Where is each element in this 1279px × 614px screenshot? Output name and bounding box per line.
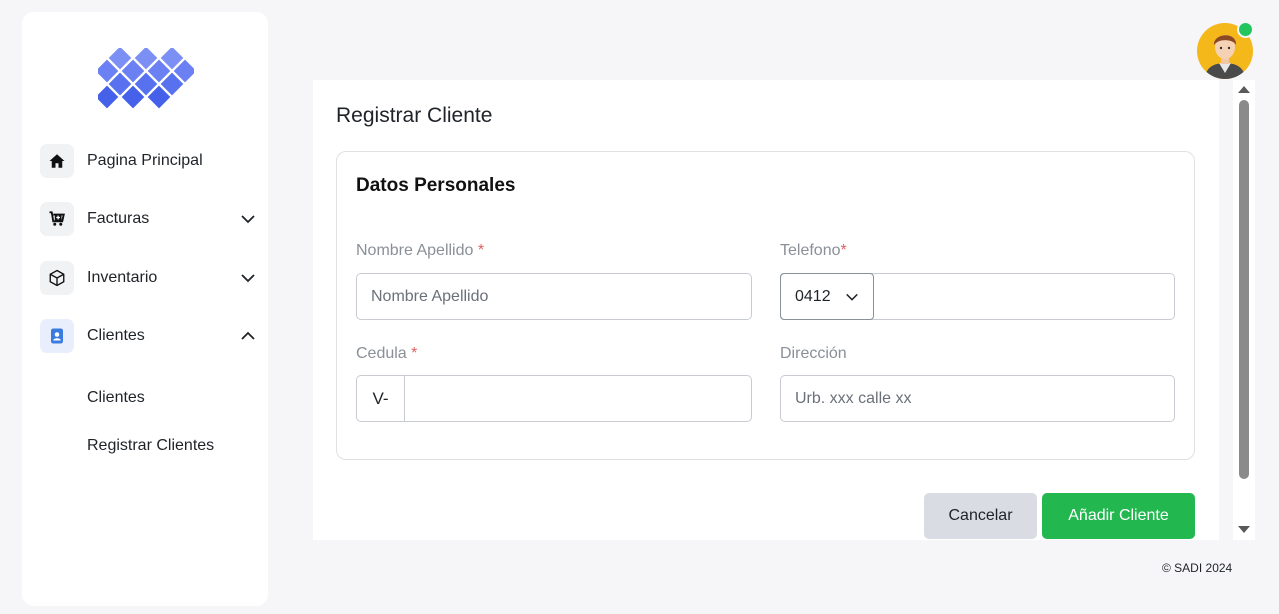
chevron-down-icon: [241, 274, 255, 283]
box-icon: [40, 261, 74, 295]
telefono-prefix-select[interactable]: 0412: [780, 273, 874, 320]
cedula-prefix: V-: [357, 376, 405, 421]
scroll-up-arrow-icon[interactable]: [1238, 86, 1250, 93]
sidebar-item-facturas[interactable]: Facturas: [40, 201, 256, 237]
telefono-input[interactable]: [874, 274, 1174, 319]
nombre-input[interactable]: [356, 273, 752, 320]
sidebar-item-label: Clientes: [87, 327, 145, 344]
page-title: Registrar Cliente: [336, 104, 493, 127]
sidebar-subitem-clientes[interactable]: Clientes: [87, 389, 145, 407]
main-card: Registrar Cliente Datos Personales Nombr…: [313, 80, 1219, 540]
telefono-label: Telefono*: [780, 242, 847, 259]
footer-copyright: © SADI 2024: [1162, 561, 1233, 575]
sidebar: Pagina Principal Facturas Inventario Cli…: [22, 12, 268, 606]
cedula-group: V-: [356, 375, 752, 422]
sidebar-item-inventario[interactable]: Inventario: [40, 260, 256, 296]
scroll-down-arrow-icon[interactable]: [1238, 526, 1250, 533]
cart-icon: [40, 202, 74, 236]
add-client-button[interactable]: Añadir Cliente: [1042, 493, 1195, 539]
direccion-input[interactable]: [780, 375, 1175, 422]
cedula-label: Cedula *: [356, 345, 418, 362]
section-title: Datos Personales: [356, 175, 516, 196]
cancel-button[interactable]: Cancelar: [924, 493, 1037, 539]
scrollbar-thumb[interactable]: [1239, 100, 1249, 479]
sadi-logo: [98, 48, 194, 109]
sidebar-item-label: Pagina Principal: [87, 152, 203, 169]
datos-personales-section: Datos Personales Nombre Apellido * Telef…: [336, 151, 1195, 460]
sidebar-item-pagina-principal[interactable]: Pagina Principal: [40, 143, 256, 179]
telefono-group: 0412: [780, 273, 1175, 320]
chevron-down-icon: [846, 293, 858, 301]
sidebar-subitem-registrar-clientes[interactable]: Registrar Clientes: [87, 437, 214, 455]
chevron-up-icon: [241, 331, 255, 340]
direccion-label: Dirección: [780, 345, 847, 362]
cedula-input[interactable]: [405, 376, 751, 421]
chevron-down-icon: [241, 215, 255, 224]
sidebar-item-clientes[interactable]: Clientes: [40, 318, 256, 354]
sidebar-item-label: Facturas: [87, 210, 150, 227]
home-icon: [40, 144, 74, 178]
online-status-indicator: [1237, 21, 1254, 38]
nombre-label: Nombre Apellido *: [356, 242, 485, 259]
sidebar-item-label: Inventario: [87, 269, 158, 286]
contact-icon: [40, 319, 74, 353]
